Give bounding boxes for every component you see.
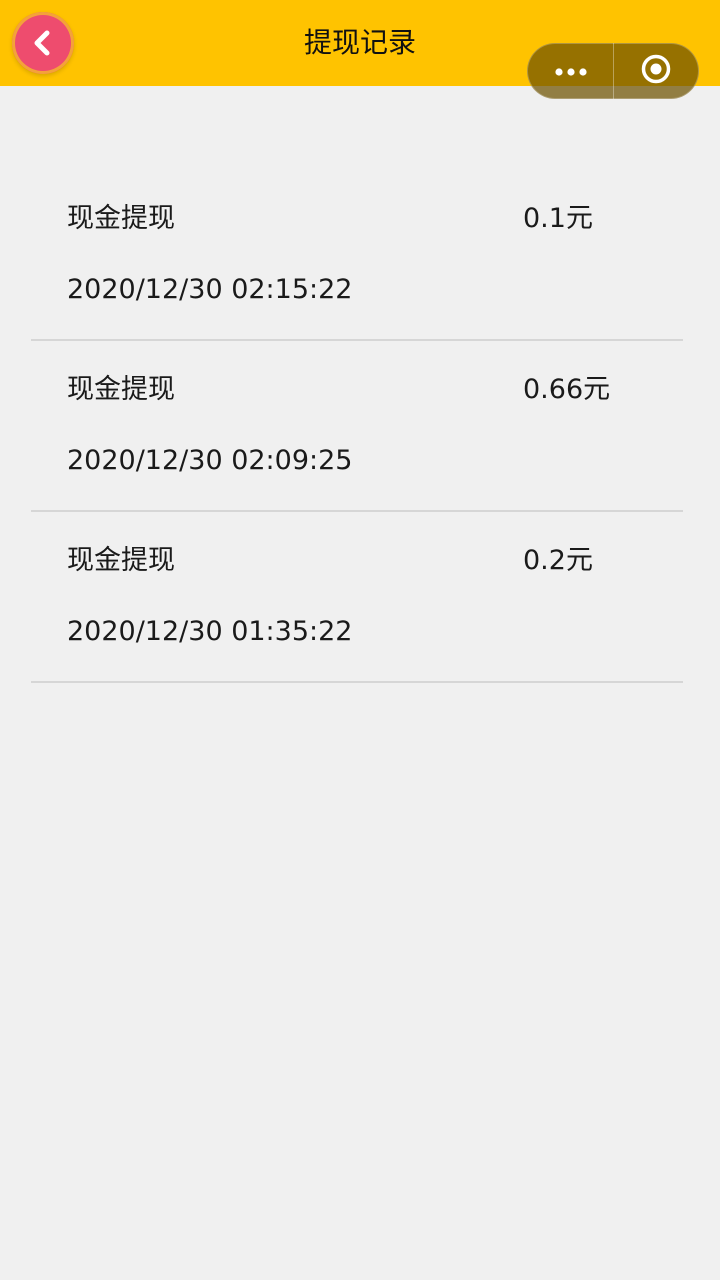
record-time: 2020/12/30 01:35:22 xyxy=(67,616,353,647)
mini-program-capsule xyxy=(527,43,699,99)
list-item: 现金提现 0.1元 2020/12/30 02:15:22 xyxy=(31,170,683,341)
chevron-left-icon xyxy=(28,28,58,58)
more-dots-icon xyxy=(553,62,589,81)
more-button[interactable] xyxy=(528,44,613,98)
record-type: 现金提现 xyxy=(67,374,175,405)
close-miniprogram-button[interactable] xyxy=(613,44,698,98)
record-type: 现金提现 xyxy=(67,545,175,576)
record-time: 2020/12/30 02:15:22 xyxy=(67,274,353,305)
withdraw-record-list: 现金提现 0.1元 2020/12/30 02:15:22 现金提现 0.66元… xyxy=(31,170,683,683)
target-circle-icon xyxy=(640,53,672,89)
record-amount: 0.66元 xyxy=(523,374,611,405)
record-time: 2020/12/30 02:09:25 xyxy=(67,445,353,476)
header-bar: 提现记录 xyxy=(0,0,720,99)
list-item: 现金提现 0.66元 2020/12/30 02:09:25 xyxy=(31,341,683,512)
list-item: 现金提现 0.2元 2020/12/30 01:35:22 xyxy=(31,512,683,683)
record-amount: 0.1元 xyxy=(523,203,593,234)
capsule-divider xyxy=(613,43,614,99)
back-button[interactable] xyxy=(12,12,74,74)
record-type: 现金提现 xyxy=(67,203,175,234)
record-amount: 0.2元 xyxy=(523,545,593,576)
